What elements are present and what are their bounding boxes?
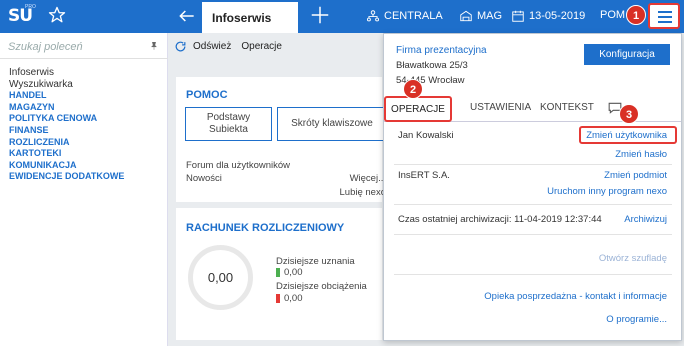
likes-link[interactable]: Lubię nexo <box>340 187 386 198</box>
news-link[interactable]: Nowości <box>186 173 222 184</box>
sidebar: Szukaj poleceń Infoserwis Wyszukiwarka H… <box>0 33 168 346</box>
company-street: Bławatkowa 25/3 <box>396 60 468 71</box>
refresh-icon[interactable] <box>174 40 187 53</box>
debits-indicator <box>276 294 280 303</box>
shortcuts-button[interactable]: Skróty klawiszowe <box>277 107 387 141</box>
toolbar: Odśwież Operacje <box>168 33 384 59</box>
sidebar-menu: Infoserwis Wyszukiwarka HANDEL MAGAZYN P… <box>9 67 124 183</box>
support-link[interactable]: Opieka posprzedażna - kontakt i informac… <box>484 291 667 302</box>
menu-button[interactable] <box>648 3 680 29</box>
balance-amount: 0,00 <box>207 270 234 285</box>
star-icon[interactable] <box>48 6 66 24</box>
sidebar-item-magazyn[interactable]: MAGAZYN <box>9 102 124 114</box>
debits-value: 0,00 <box>284 293 303 304</box>
sidebar-item-ewidencje-dodatkowe[interactable]: EWIDENCJE DODATKOWE <box>9 171 124 183</box>
refresh-button[interactable]: Odśwież <box>193 41 231 52</box>
operations-button[interactable]: Operacje <box>241 41 282 52</box>
centrala-label: CENTRALA <box>384 10 443 22</box>
warehouse-label: MAG <box>477 10 503 22</box>
operations-panel: Firma prezentacyjna Bławatkowa 25/3 54-4… <box>383 33 682 341</box>
org-structure-icon <box>366 10 380 22</box>
tab-kontekst[interactable]: KONTEKST <box>540 102 594 113</box>
entity-name: InsERT S.A. <box>398 170 450 181</box>
change-user-highlight <box>579 126 677 144</box>
hamburger-line <box>658 11 672 13</box>
warehouse-selector[interactable]: MAG <box>459 9 502 23</box>
date-selector[interactable]: 13-05-2019 <box>511 9 585 23</box>
sidebar-item-handel[interactable]: HANDEL <box>9 90 124 102</box>
calendar-icon <box>512 10 524 22</box>
centrala-selector[interactable]: CENTRALA <box>366 9 443 23</box>
change-password-link[interactable]: Zmień hasło <box>615 149 667 160</box>
sidebar-item-finanse[interactable]: FINANSE <box>9 125 124 137</box>
credits-indicator <box>276 268 280 277</box>
basics-button[interactable]: Podstawy Subiekta <box>185 107 272 141</box>
sidebar-item-wyszukiwarka[interactable]: Wyszukiwarka <box>9 79 124 91</box>
search-input[interactable]: Szukaj poleceń <box>0 33 168 59</box>
run-other-program-link[interactable]: Uruchom inny program nexo <box>547 186 667 197</box>
step-badge-2: 2 <box>403 79 423 99</box>
forum-link[interactable]: Forum dla użytkowników <box>186 160 290 171</box>
divider <box>394 274 672 275</box>
pin-icon[interactable] <box>149 41 159 51</box>
credits-label: Dzisiejsze uznania <box>276 256 355 267</box>
balance-circle: 0,00 <box>188 245 253 310</box>
user-name: Jan Kowalski <box>398 130 454 141</box>
top-bar: SU PRO Infoserwis CENTRALA MAG 13-05-201… <box>0 0 684 33</box>
sidebar-item-infoserwis[interactable]: Infoserwis <box>9 67 124 79</box>
archive-label: Czas ostatniej archiwizacji: 11-04-2019 … <box>398 214 602 225</box>
tab-ustawienia[interactable]: USTAWIENIA <box>470 102 531 113</box>
step-badge-3: 3 <box>619 104 639 124</box>
config-button[interactable]: Konfiguracja <box>584 44 670 65</box>
account-title: RACHUNEK ROZLICZENIOWY <box>186 222 345 234</box>
plus-icon[interactable] <box>309 4 331 26</box>
hamburger-line <box>658 16 672 18</box>
company-name-link[interactable]: Firma prezentacyjna <box>396 45 487 56</box>
credits-value: 0,00 <box>284 267 303 278</box>
divider <box>394 204 672 205</box>
archive-link[interactable]: Archiwizuj <box>624 214 667 225</box>
divider <box>394 164 672 165</box>
more-link[interactable]: Więcej... <box>350 173 386 184</box>
logo-superscript: PRO <box>25 4 36 10</box>
date-label: 13-05-2019 <box>529 10 586 22</box>
user-menu[interactable]: POM <box>600 9 625 21</box>
hamburger-line <box>658 21 672 23</box>
back-arrow-icon[interactable] <box>176 6 198 26</box>
divider <box>394 234 672 235</box>
user-label: POM <box>600 9 626 21</box>
warehouse-icon <box>460 10 472 22</box>
company-info: Firma prezentacyjna Bławatkowa 25/3 54-4… <box>384 34 681 99</box>
help-card: POMOC Podstawy Subiekta Skróty klawiszow… <box>176 77 387 202</box>
open-drawer-link[interactable]: Otwórz szufladę <box>599 253 667 264</box>
sidebar-item-komunikacja[interactable]: KOMUNIKACJA <box>9 160 124 172</box>
about-link[interactable]: O programie... <box>606 314 667 325</box>
app-logo[interactable]: SU PRO <box>4 4 40 28</box>
change-entity-link[interactable]: Zmień podmiot <box>604 170 667 181</box>
sidebar-item-kartoteki[interactable]: KARTOTEKI <box>9 148 124 160</box>
help-title: POMOC <box>186 89 228 101</box>
sidebar-item-rozliczenia[interactable]: ROZLICZENIA <box>9 137 124 149</box>
tab-infoserwis[interactable]: Infoserwis <box>202 2 298 33</box>
debits-label: Dzisiejsze obciążenia <box>276 281 367 292</box>
tab-operacje[interactable]: OPERACJE <box>384 96 452 122</box>
sidebar-item-polityka-cenowa[interactable]: POLITYKA CENOWA <box>9 113 124 125</box>
step-badge-1: 1 <box>626 5 646 25</box>
